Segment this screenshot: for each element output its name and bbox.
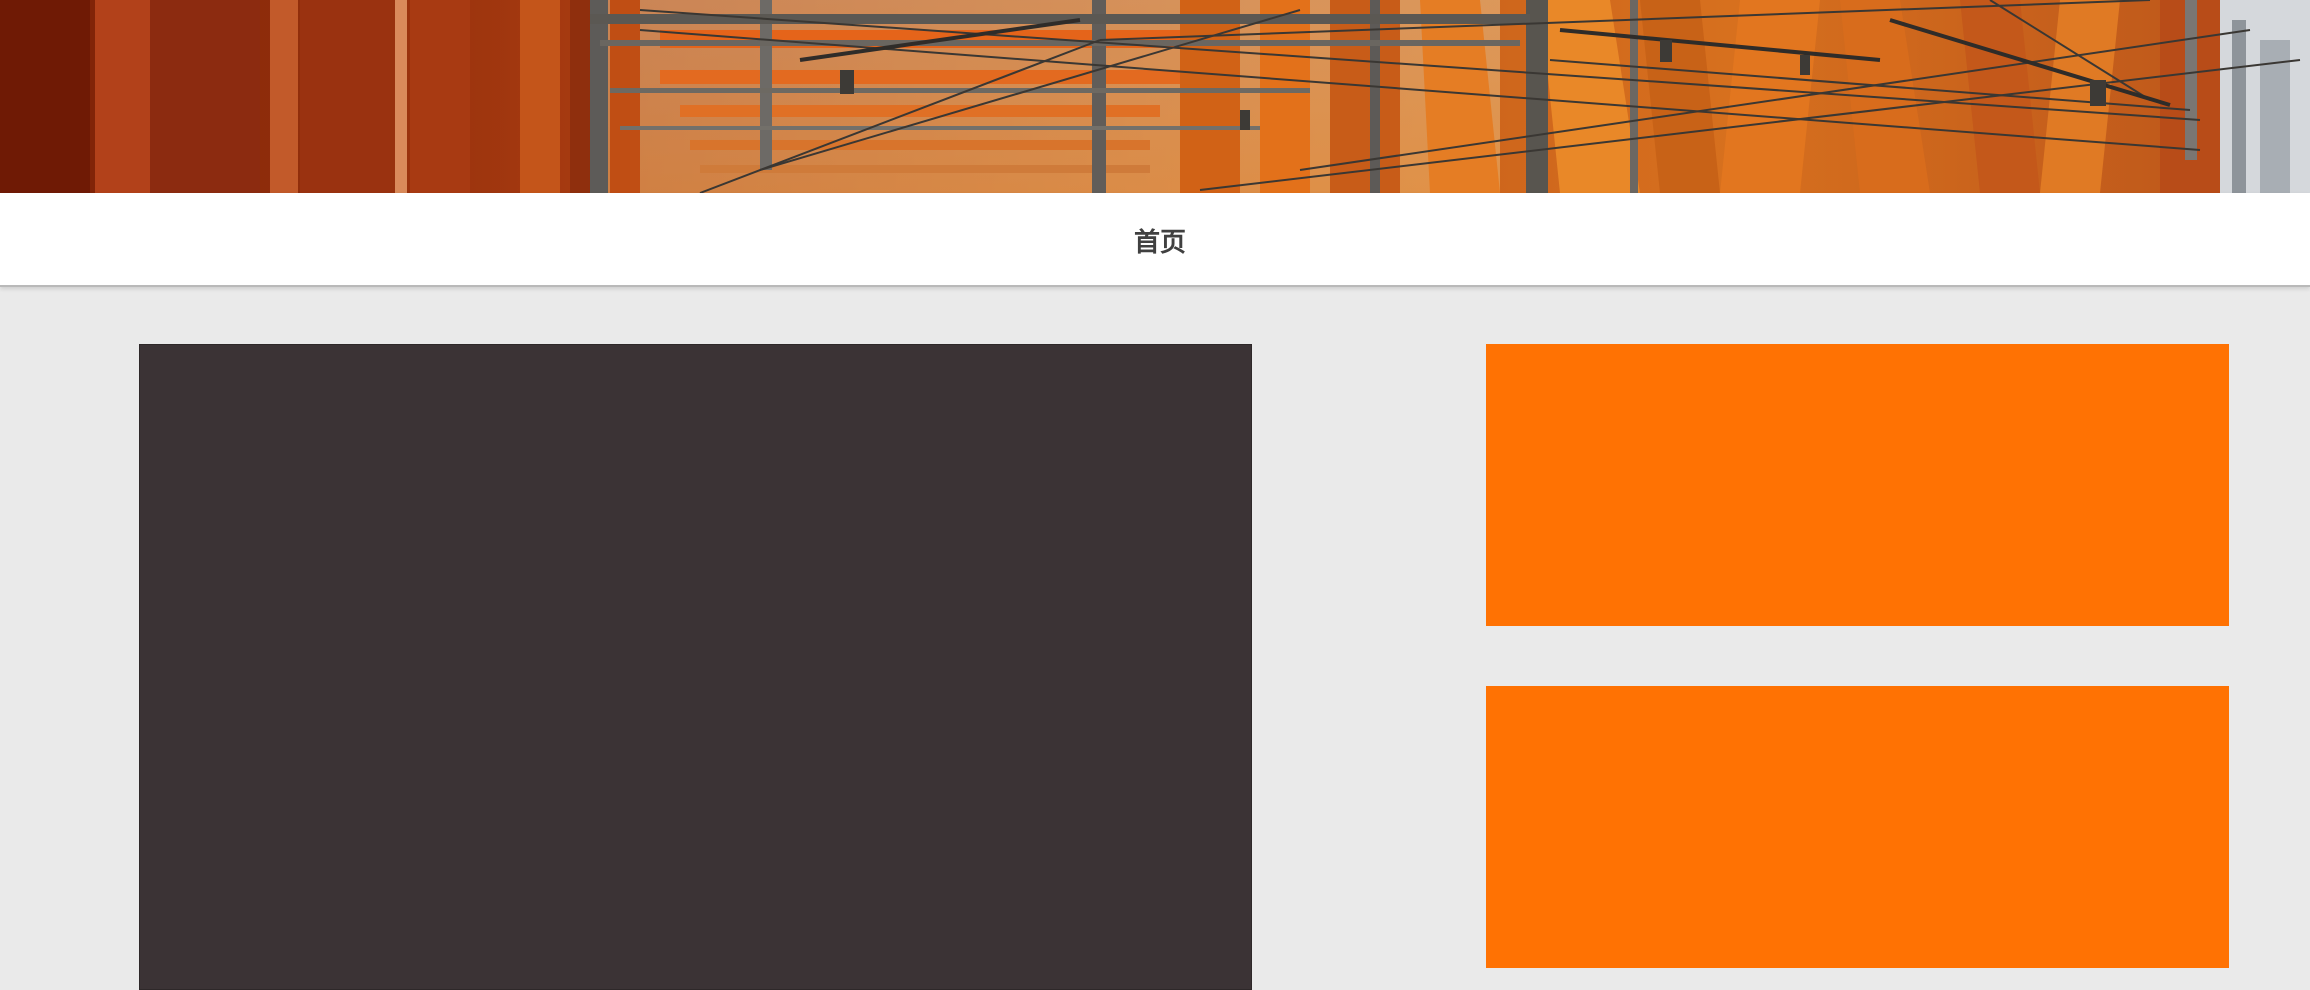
main-content-panel <box>139 344 1252 990</box>
side-card-bottom[interactable] <box>1486 686 2229 968</box>
banner-image <box>0 0 2310 193</box>
page: 首页 <box>0 0 2310 990</box>
top-nav: 首页 <box>0 193 2310 287</box>
nav-item-home[interactable]: 首页 <box>1090 193 1230 287</box>
side-card-top[interactable] <box>1486 344 2229 626</box>
